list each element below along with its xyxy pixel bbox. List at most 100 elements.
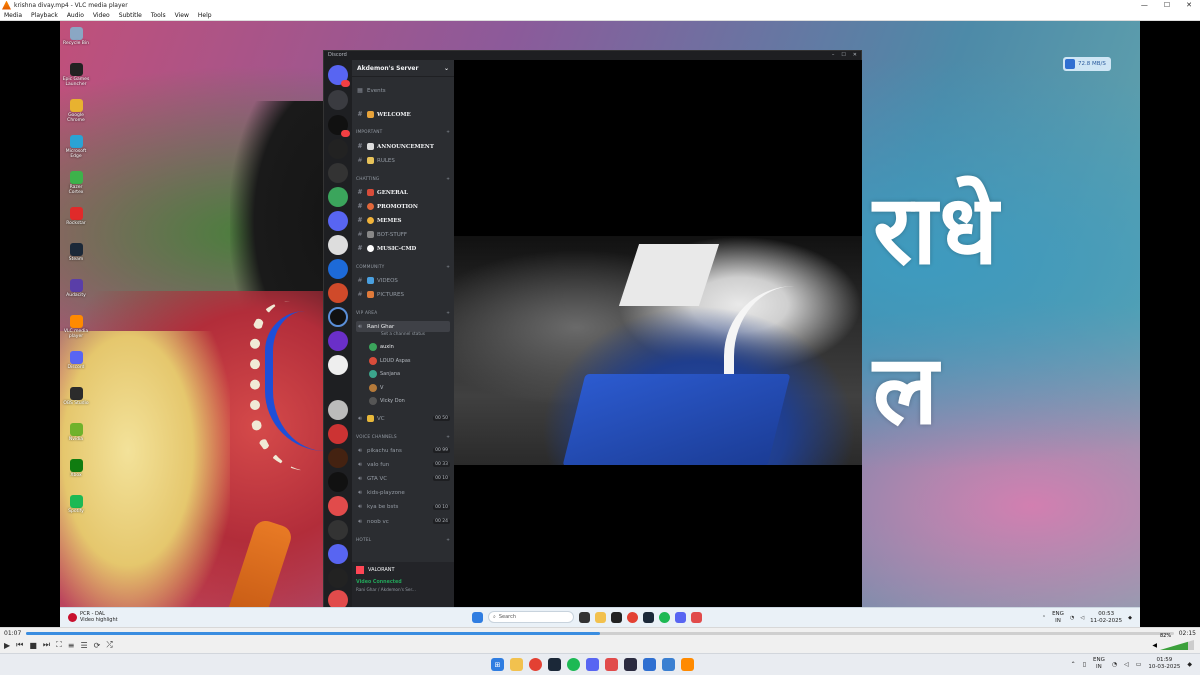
desktop-icon[interactable]: Rockstar xyxy=(62,205,90,241)
server-icon-8[interactable] xyxy=(328,259,348,279)
server-icon-20[interactable] xyxy=(328,568,348,588)
server-icon-13[interactable] xyxy=(328,400,348,420)
category-chatting[interactable]: CHATTING + xyxy=(356,177,450,185)
channel-announcement[interactable]: # ANNOUNCEMENT xyxy=(356,141,450,152)
voice-channel[interactable]: 🔊︎ GTA VC 00 10 xyxy=(356,473,450,484)
app-icon[interactable] xyxy=(605,658,618,671)
menu-help[interactable]: Help xyxy=(198,12,212,19)
close-button[interactable]: ✕ xyxy=(1186,0,1192,10)
file-explorer-icon[interactable] xyxy=(510,658,523,671)
spotify-icon[interactable] xyxy=(659,611,670,623)
server-icon-3[interactable] xyxy=(328,139,348,159)
voice-channel-vc[interactable]: 🔊︎ VC 00 50 xyxy=(356,413,450,424)
category-vip-area[interactable]: VIP AREA + xyxy=(356,311,450,319)
server-icon-12[interactable] xyxy=(328,355,348,375)
add-channel-icon[interactable]: + xyxy=(446,435,450,443)
playlist-button[interactable]: ☰ xyxy=(80,641,87,650)
voice-channel[interactable]: 🔊︎ noob vc 00 24 xyxy=(356,516,450,527)
menu-media[interactable]: Media xyxy=(4,12,22,19)
activity-row[interactable]: VALORANT xyxy=(356,566,395,574)
desktop-icon[interactable]: Microsoft Edge xyxy=(62,133,90,169)
voice-user[interactable]: Vicky Don xyxy=(369,396,449,406)
voice-user[interactable]: Sanjana xyxy=(369,369,449,379)
discord-minimize-button[interactable]: – xyxy=(832,51,835,60)
discord-home-icon[interactable] xyxy=(328,65,350,87)
server-icon-16[interactable] xyxy=(328,472,348,492)
maximize-button[interactable]: ☐ xyxy=(1164,0,1170,10)
channel-rules[interactable]: # RULES xyxy=(356,155,450,166)
desktop-icon[interactable]: Audacity xyxy=(62,277,90,313)
app-icon-blue[interactable] xyxy=(643,658,656,671)
steam-icon[interactable] xyxy=(643,611,654,623)
stream-view[interactable] xyxy=(454,60,862,608)
wifi-icon[interactable]: ◔ xyxy=(1070,615,1074,621)
server-icon-10[interactable] xyxy=(328,307,348,327)
vlc-icon[interactable] xyxy=(681,658,694,671)
discord-close-button[interactable]: ✕ xyxy=(853,51,857,60)
voice-user[interactable]: auxin xyxy=(369,342,449,352)
task-view-icon[interactable] xyxy=(579,611,590,623)
desktop-icon[interactable]: Steam xyxy=(62,241,90,277)
desktop-icon[interactable]: Nvidia xyxy=(62,421,90,457)
video-area[interactable]: राधे ल 72.8 MB/S Recycle Bin Epic Games L… xyxy=(0,21,1200,627)
chevron-up-icon[interactable]: ⌃ xyxy=(1042,615,1046,621)
speaker-icon[interactable]: ◀ xyxy=(1152,642,1157,649)
previous-button[interactable]: ⏮ xyxy=(16,640,23,650)
menu-audio[interactable]: Audio xyxy=(67,12,84,19)
server-icon-7[interactable] xyxy=(328,235,348,255)
volume-icon[interactable]: ◁ xyxy=(1080,615,1084,621)
extended-settings-button[interactable]: ≡ xyxy=(68,641,75,650)
camera-stream[interactable] xyxy=(454,236,862,465)
menu-view[interactable]: View xyxy=(175,12,189,19)
voice-user[interactable]: V xyxy=(369,383,449,393)
windows-start-icon[interactable]: ⊞ xyxy=(491,658,504,671)
voice-channel[interactable]: 🔊︎ kids-playzone xyxy=(356,488,450,499)
server-icon-19[interactable] xyxy=(328,544,348,564)
fullscreen-button[interactable]: ⛶ xyxy=(56,640,62,650)
app-icon[interactable] xyxy=(691,611,702,623)
desktop-icon[interactable]: VLC media player xyxy=(62,313,90,349)
channel-promotion[interactable]: # PROMOTION xyxy=(356,201,450,212)
recorded-search-box[interactable]: ⌕ Search xyxy=(488,611,574,623)
category-important[interactable]: IMPORTANT + xyxy=(356,130,450,138)
server-icon-4[interactable] xyxy=(328,163,348,183)
category-community[interactable]: COMMUNITY + xyxy=(356,265,450,273)
server-icon-as[interactable] xyxy=(328,211,348,231)
shuffle-button[interactable]: ⤮ xyxy=(106,640,112,650)
desktop-icon[interactable]: Epic Games Launcher xyxy=(62,61,90,97)
channel-status[interactable]: Set a channel status xyxy=(381,332,425,337)
news-widget[interactable]: PCR - DAL Video highlight xyxy=(68,611,118,623)
server-icon-11[interactable] xyxy=(328,331,348,351)
server-icon-a[interactable] xyxy=(328,90,348,110)
add-channel-icon[interactable]: + xyxy=(446,265,450,273)
server-icon-18[interactable] xyxy=(328,520,348,540)
channel-music-cmd[interactable]: # MUSIC-CMD xyxy=(356,243,450,254)
desktop-icon[interactable]: Discord xyxy=(62,349,90,385)
recorded-clock[interactable]: 00:53 11-02-2025 xyxy=(1090,611,1122,625)
channel-welcome[interactable]: # WELCOME xyxy=(356,109,450,120)
add-channel-icon[interactable]: + xyxy=(446,311,450,319)
valorant-icon[interactable] xyxy=(624,658,637,671)
stop-button[interactable]: ■ xyxy=(29,641,37,650)
notification-bell-icon[interactable]: ◆ xyxy=(1128,615,1132,621)
desktop-icon[interactable]: Google Chrome xyxy=(62,97,90,133)
add-channel-icon[interactable]: + xyxy=(446,130,450,138)
menu-subtitle[interactable]: Subtitle xyxy=(119,12,142,19)
category-voice-channels[interactable]: VOICE CHANNELS + xyxy=(356,435,450,443)
play-button[interactable]: ▶ xyxy=(4,641,10,650)
voice-channel[interactable]: 🔊︎ kya be bsts 00 10 xyxy=(356,502,450,513)
events-item[interactable]: ▦ Events xyxy=(356,85,450,96)
app-icon-store[interactable] xyxy=(662,658,675,671)
server-icon-15[interactable] xyxy=(328,448,348,468)
volume-slider[interactable] xyxy=(1160,640,1194,650)
channel-videos[interactable]: # VIDEOS xyxy=(356,275,450,286)
chrome-icon[interactable] xyxy=(529,658,542,671)
menu-tools[interactable]: Tools xyxy=(151,12,166,19)
channel-pictures[interactable]: # PICTURES xyxy=(356,289,450,300)
voice-channel-rani-ghar[interactable]: 🔊︎ Rani Ghar xyxy=(356,321,450,332)
add-channel-icon[interactable]: + xyxy=(446,177,450,185)
file-explorer-icon[interactable] xyxy=(595,611,606,623)
channel-general[interactable]: # GENERAL xyxy=(356,187,450,198)
category-hotel[interactable]: HOTEL + xyxy=(356,538,450,546)
chevron-up-icon[interactable]: ⌃ xyxy=(1071,661,1076,668)
